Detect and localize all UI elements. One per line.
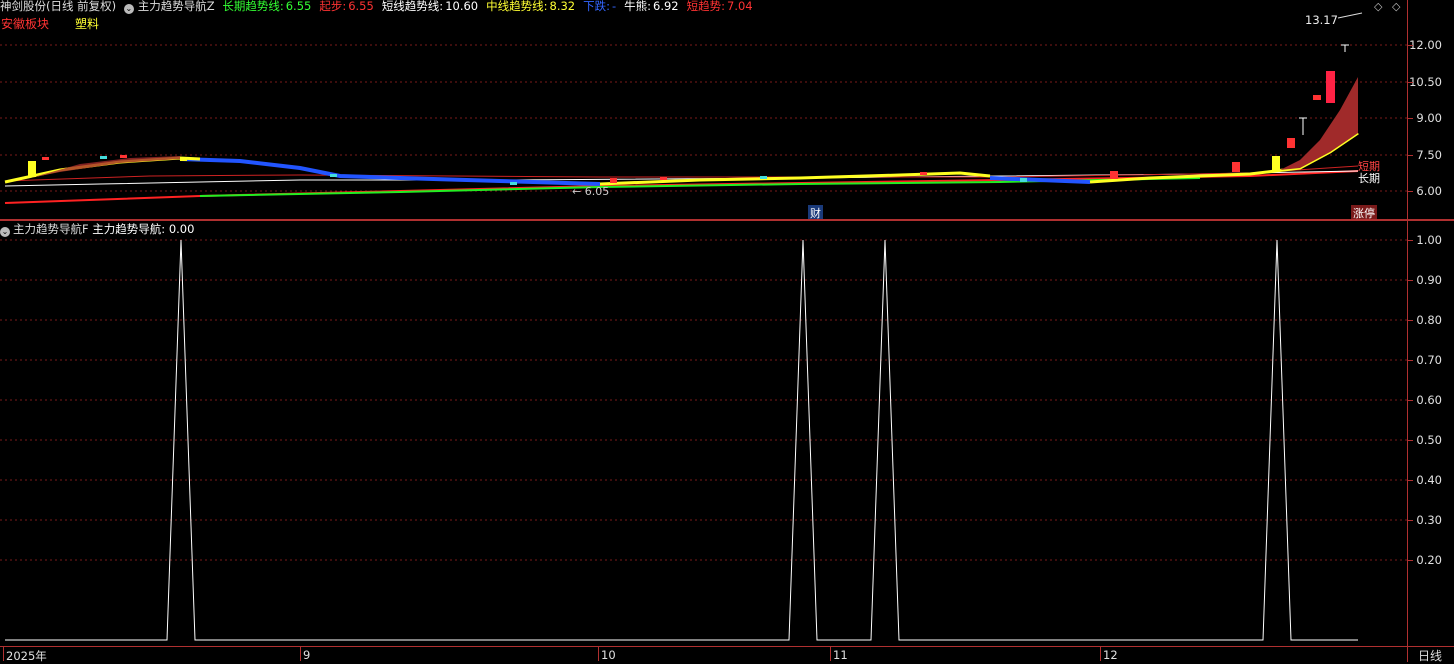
indicator-tick-label: 0.30 bbox=[1416, 513, 1442, 527]
price-tick-label: 10.50 bbox=[1409, 75, 1442, 89]
price-tick-mark bbox=[1408, 118, 1413, 119]
date-tick-label: 11 bbox=[833, 648, 848, 662]
price-tick-mark bbox=[1408, 82, 1413, 83]
long-label: 长期 bbox=[1358, 172, 1380, 185]
uptrend-fill bbox=[1280, 77, 1358, 170]
indicator-tick-mark bbox=[1408, 360, 1413, 361]
indicator-tick-label: 0.40 bbox=[1416, 473, 1442, 487]
price-tick-label: 6.00 bbox=[1416, 184, 1442, 198]
indicator-tick-mark bbox=[1408, 440, 1413, 441]
price-tick-mark bbox=[1408, 45, 1413, 46]
price-tick-label: 7.50 bbox=[1416, 148, 1442, 162]
indicator-tick-label: 1.00 bbox=[1416, 233, 1442, 247]
indicator-tick-mark bbox=[1408, 480, 1413, 481]
indicator-tick-label: 0.50 bbox=[1416, 433, 1442, 447]
date-tick-mark bbox=[300, 647, 301, 661]
right-axis bbox=[1407, 0, 1408, 662]
low-price-value: 6.05 bbox=[584, 185, 610, 198]
candles bbox=[28, 44, 1349, 185]
arrow-icon bbox=[1337, 12, 1363, 19]
date-tick-mark bbox=[598, 647, 599, 661]
indicator-tick-mark bbox=[1408, 240, 1413, 241]
price-chart[interactable] bbox=[0, 0, 1407, 219]
x-axis-line bbox=[0, 646, 1454, 647]
price-tick-mark bbox=[1408, 155, 1413, 156]
date-tick-mark bbox=[830, 647, 831, 661]
date-tick-mark bbox=[1100, 647, 1101, 661]
price-tick-label: 9.00 bbox=[1416, 111, 1442, 125]
period-label[interactable]: 日线 bbox=[1418, 647, 1442, 664]
indicator-tick-label: 0.60 bbox=[1416, 393, 1442, 407]
date-tick-mark bbox=[3, 647, 4, 661]
indicator-tick-mark bbox=[1408, 320, 1413, 321]
indicator-chart[interactable] bbox=[0, 221, 1407, 646]
indicator-tick-label: 0.90 bbox=[1416, 273, 1442, 287]
indicator-tick-mark bbox=[1408, 280, 1413, 281]
price-tick-mark bbox=[1408, 191, 1413, 192]
indicator-tick-label: 0.20 bbox=[1416, 553, 1442, 567]
date-tick-label: 12 bbox=[1103, 648, 1118, 662]
indicator-tick-mark bbox=[1408, 400, 1413, 401]
indicator-tick-mark bbox=[1408, 520, 1413, 521]
date-tick-label: 10 bbox=[601, 648, 616, 662]
price-tick-label: 12.00 bbox=[1409, 38, 1442, 52]
low-price-label: ← 6.05 bbox=[572, 185, 610, 198]
date-tick-label: 9 bbox=[303, 648, 311, 662]
indicator-tick-label: 0.80 bbox=[1416, 313, 1442, 327]
indicator-tick-label: 0.70 bbox=[1416, 353, 1442, 367]
high-price-label: 13.17 bbox=[1305, 13, 1338, 27]
indicator-tick-mark bbox=[1408, 560, 1413, 561]
